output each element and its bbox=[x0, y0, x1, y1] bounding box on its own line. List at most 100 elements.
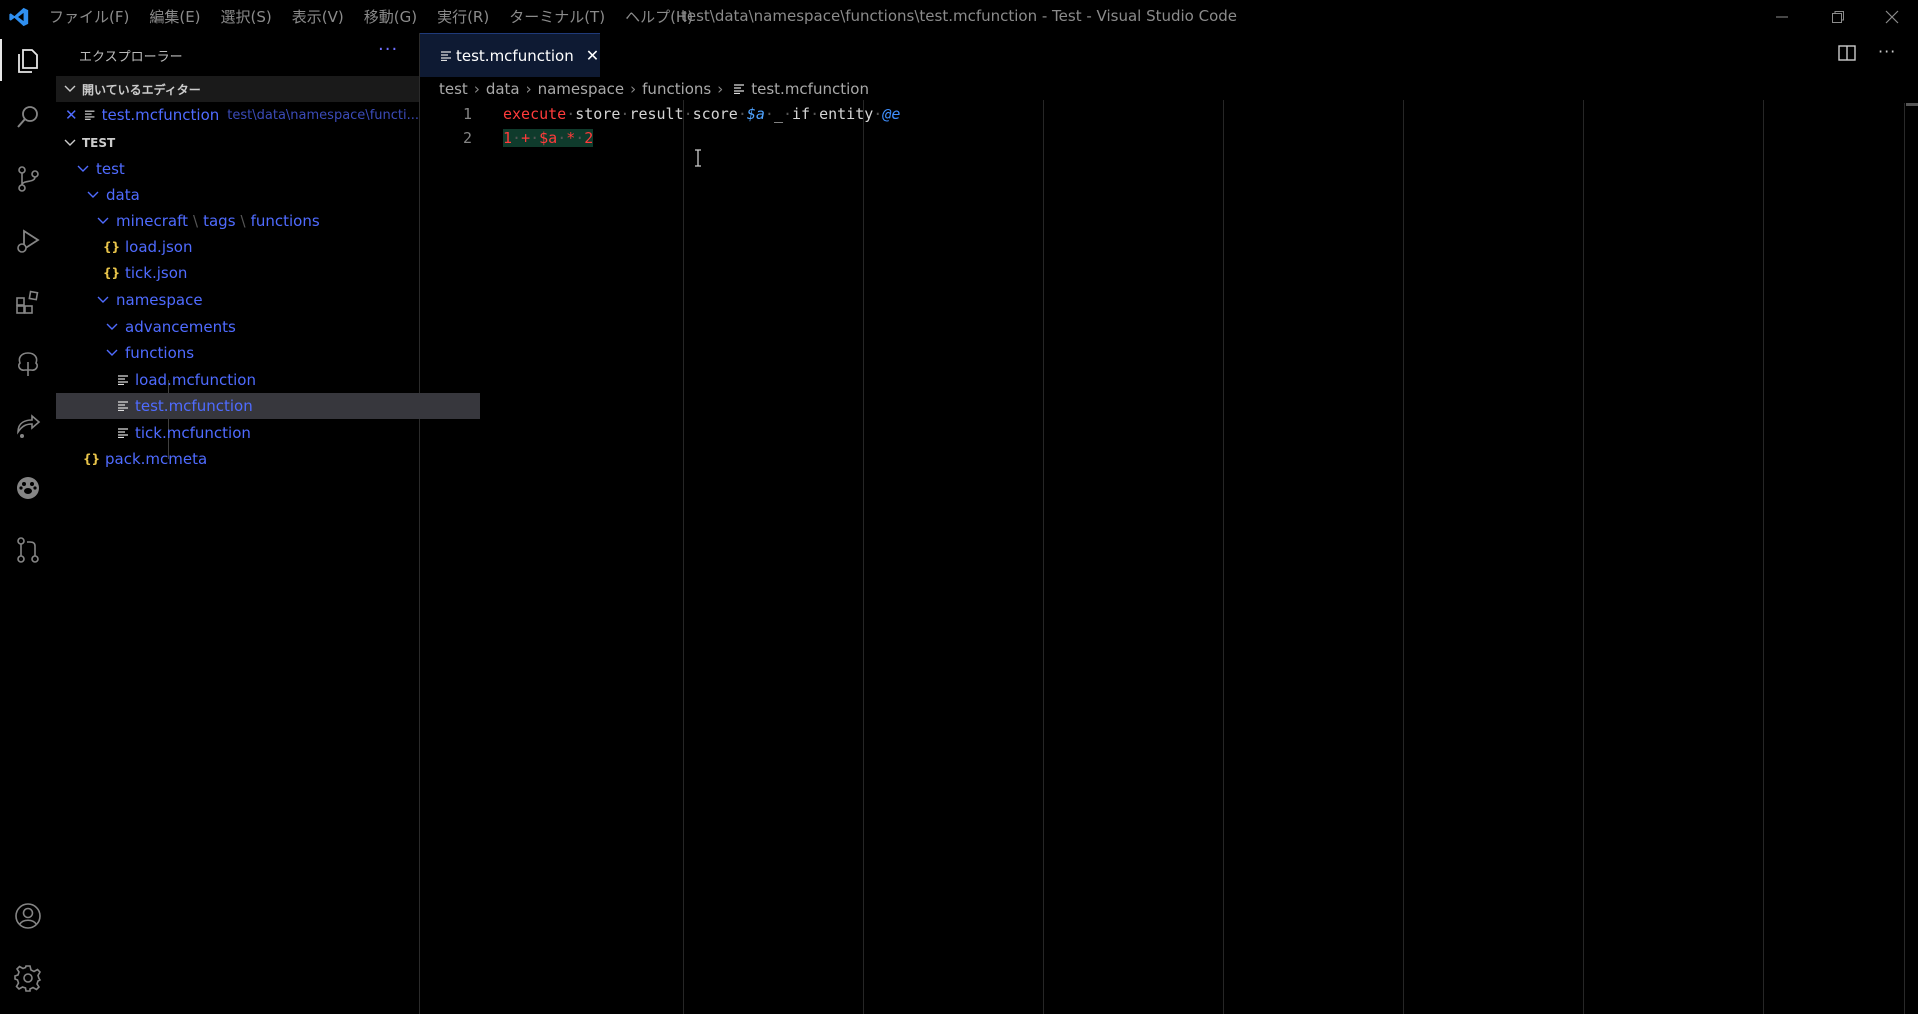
tree-label: functions bbox=[125, 344, 195, 362]
paw-icon bbox=[17, 477, 39, 499]
menu-edit[interactable]: 編集(E) bbox=[149, 6, 200, 27]
token: 2 bbox=[584, 129, 594, 147]
breadcrumb-item[interactable]: test bbox=[439, 80, 468, 98]
tree-folder-functions[interactable]: functions bbox=[56, 340, 468, 366]
open-editor-filename: test.mcfunction bbox=[101, 106, 220, 124]
activity-remote[interactable] bbox=[11, 409, 45, 443]
tree-file-load-mcfunction[interactable]: load.mcfunction bbox=[56, 367, 480, 393]
file-lines-icon bbox=[118, 428, 128, 438]
close-editor-icon[interactable]: ✕ bbox=[65, 106, 80, 124]
tree-folder-advancements[interactable]: advancements bbox=[56, 314, 468, 340]
tree-file-tick-mcfunction[interactable]: tick.mcfunction bbox=[56, 420, 480, 446]
activity-explorer[interactable] bbox=[0, 39, 45, 81]
token: if bbox=[792, 105, 811, 123]
activity-paw[interactable] bbox=[11, 471, 45, 505]
tree-label: load.mcfunction bbox=[135, 371, 256, 389]
tree-file-tick-json[interactable]: {} tick.json bbox=[56, 260, 466, 286]
tree-label: tick.json bbox=[125, 264, 188, 282]
token: _ bbox=[773, 105, 783, 123]
menu-help[interactable]: ヘルプ(H) bbox=[625, 6, 693, 27]
token-variable: $a bbox=[746, 105, 765, 123]
tree-file-load-json[interactable]: {} load.json bbox=[56, 234, 466, 260]
code-line-1: execute·store·result·score·$a·_·if·entit… bbox=[503, 105, 901, 123]
split-editor-button[interactable] bbox=[1838, 45, 1856, 65]
file-lines-icon bbox=[118, 401, 128, 411]
editor-tab-test-mcfunction[interactable]: test.mcfunction ✕ bbox=[420, 33, 600, 77]
tree-folder-data[interactable]: data bbox=[56, 182, 449, 208]
menu-selection[interactable]: 選択(S) bbox=[221, 6, 272, 27]
minimize-button[interactable] bbox=[1754, 0, 1810, 33]
chevron-down-icon bbox=[106, 349, 118, 356]
activity-extensions[interactable] bbox=[11, 285, 45, 319]
tree-folder-test[interactable]: test bbox=[56, 156, 439, 182]
tree-label: namespace bbox=[116, 291, 203, 309]
breadcrumb: test › data › namespace › functions › te… bbox=[439, 78, 869, 100]
tree-label: test.mcfunction bbox=[135, 397, 253, 415]
path-separator: \ bbox=[193, 212, 199, 230]
explorer-more-actions[interactable]: ··· bbox=[378, 39, 398, 60]
line-number: 1 bbox=[462, 105, 472, 123]
tab-close-icon[interactable]: ✕ bbox=[586, 46, 599, 65]
activity-source-control[interactable] bbox=[11, 162, 45, 196]
file-lines-icon bbox=[118, 375, 128, 385]
tree-folder-minecraft-tags-functions[interactable]: minecraft \ tags \ functions bbox=[56, 208, 459, 234]
json-file-icon: {} bbox=[103, 240, 121, 254]
activity-manage[interactable] bbox=[11, 961, 45, 995]
close-window-button[interactable] bbox=[1864, 0, 1918, 33]
menu-bar: ファイル(F) 編集(E) 選択(S) 表示(V) 移動(G) 実行(R) ター… bbox=[49, 0, 713, 33]
search-icon bbox=[17, 106, 38, 128]
activity-search[interactable] bbox=[11, 100, 45, 134]
tree-file-pack-mcmeta[interactable]: {} pack.mcmeta bbox=[56, 446, 446, 472]
editor-more-actions[interactable]: ··· bbox=[1878, 42, 1896, 61]
menu-go[interactable]: 移動(G) bbox=[364, 6, 417, 27]
highlighted-expression: 1·+·$a·*·2 bbox=[503, 129, 594, 147]
activity-tree[interactable] bbox=[11, 347, 45, 381]
breadcrumb-item[interactable]: functions bbox=[642, 80, 711, 98]
chevron-right-icon: › bbox=[473, 80, 480, 98]
tree-label: tick.mcfunction bbox=[135, 424, 251, 442]
scrollbar-track[interactable] bbox=[1904, 103, 1918, 1014]
file-lines-icon bbox=[441, 50, 451, 61]
chevron-right-icon: › bbox=[525, 80, 532, 98]
activity-pull-request[interactable] bbox=[11, 533, 45, 567]
breadcrumb-item[interactable]: namespace bbox=[538, 80, 625, 98]
minimap-indicator[interactable] bbox=[1906, 103, 1918, 106]
code-editor[interactable]: 1 2 execute·store·result·score·$a·_·if·e… bbox=[420, 100, 1900, 1014]
close-icon bbox=[1885, 10, 1899, 23]
token: + bbox=[521, 129, 531, 147]
chevron-down-icon bbox=[77, 165, 89, 172]
remote-icon bbox=[17, 414, 41, 438]
chevron-down-icon bbox=[87, 191, 99, 198]
tree-file-test-mcfunction[interactable]: test.mcfunction bbox=[56, 393, 480, 419]
menu-terminal[interactable]: ターミナル(T) bbox=[509, 6, 605, 27]
breadcrumb-item[interactable]: test.mcfunction bbox=[751, 80, 869, 98]
project-header[interactable]: TEST bbox=[56, 130, 419, 156]
chevron-down-icon bbox=[64, 85, 76, 92]
explorer-sidebar: エクスプローラー ··· 開いているエディター ✕ test.mcfunctio… bbox=[56, 33, 480, 1014]
restore-button[interactable] bbox=[1810, 0, 1866, 33]
activity-run-debug[interactable] bbox=[11, 224, 45, 258]
token-keyword: execute bbox=[503, 105, 567, 123]
menu-run[interactable]: 実行(R) bbox=[437, 6, 489, 27]
tree-label: minecraft bbox=[116, 212, 189, 230]
token: $a bbox=[539, 129, 558, 147]
file-lines-icon bbox=[85, 110, 95, 120]
chevron-down-icon bbox=[97, 217, 109, 224]
line-number: 2 bbox=[462, 129, 472, 147]
account-icon bbox=[15, 903, 41, 929]
activity-accounts[interactable] bbox=[11, 899, 45, 933]
tree-folder-namespace[interactable]: namespace bbox=[56, 287, 459, 313]
breadcrumb-item[interactable]: data bbox=[486, 80, 520, 98]
token: * bbox=[566, 129, 576, 147]
open-editor-item[interactable]: ✕ test.mcfunction test\data\namespace\fu… bbox=[56, 102, 419, 128]
tree-label: tags bbox=[203, 212, 236, 230]
restore-icon bbox=[1832, 10, 1844, 23]
editor-tab-bar: test.mcfunction ✕ bbox=[420, 33, 1918, 77]
tree-label: test bbox=[96, 160, 125, 178]
pull-request-icon bbox=[17, 537, 39, 563]
menu-file[interactable]: ファイル(F) bbox=[49, 6, 129, 27]
menu-view[interactable]: 表示(V) bbox=[292, 6, 344, 27]
tab-label: test.mcfunction bbox=[456, 46, 574, 65]
tree-label: load.json bbox=[125, 238, 193, 256]
open-editors-header[interactable]: 開いているエディター bbox=[56, 76, 419, 102]
